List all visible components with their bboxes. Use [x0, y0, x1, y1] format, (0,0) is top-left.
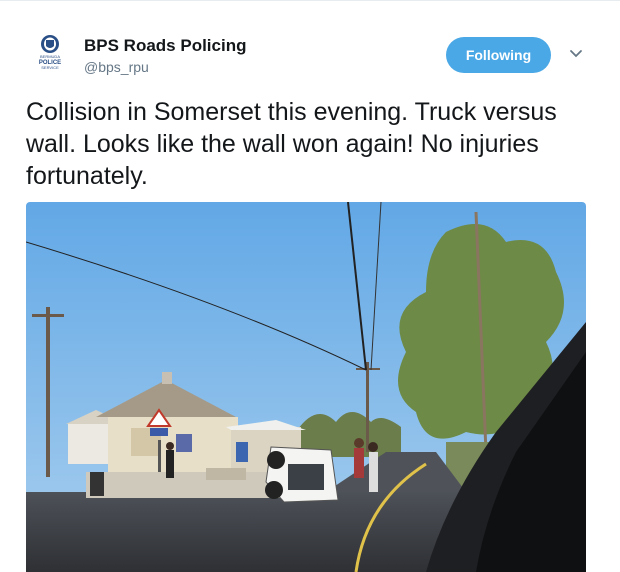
- user-handle[interactable]: @bps_rpu: [84, 59, 149, 75]
- tweet-text: Collision in Somerset this evening. Truc…: [26, 98, 557, 190]
- display-name[interactable]: BPS Roads Policing: [84, 36, 246, 56]
- police-crest-logo: BERMUDA POLICE SERVICE: [39, 35, 61, 70]
- avatar-text-top: BERMUDA: [40, 54, 60, 59]
- avatar-text-bottom: SERVICE: [41, 65, 59, 70]
- account-avatar[interactable]: BERMUDA POLICE SERVICE: [30, 34, 70, 74]
- top-divider: [0, 0, 620, 1]
- collision-photo: [26, 202, 586, 572]
- tweet-photo[interactable]: [26, 202, 586, 572]
- chevron-down-icon[interactable]: [568, 48, 584, 60]
- following-button[interactable]: Following: [446, 37, 551, 73]
